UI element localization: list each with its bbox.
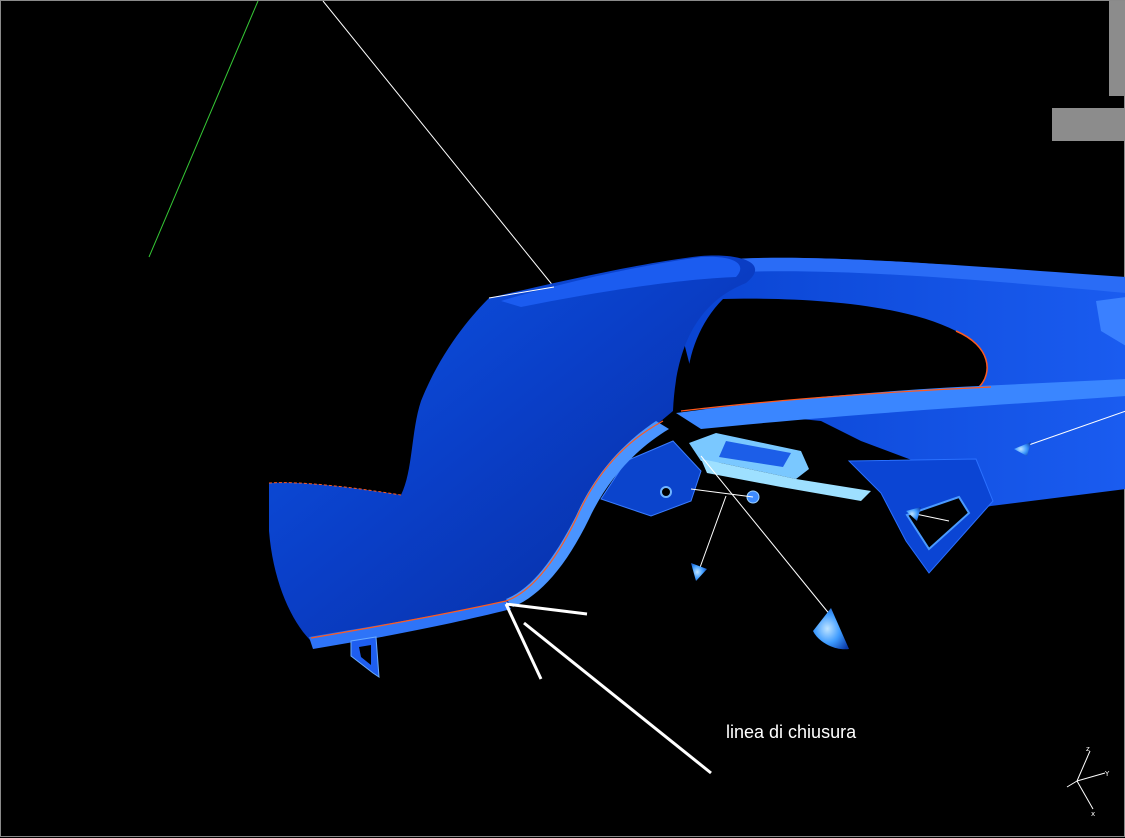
white-sketch-line <box>322 1 555 288</box>
cad-3d-viewport[interactable]: z Y x linea di chiusura <box>0 0 1125 837</box>
direction-cone-icon[interactable] <box>813 608 849 650</box>
callout-arrow-head-b <box>504 603 543 680</box>
parting-line-label: linea di chiusura <box>726 722 857 742</box>
direction-cone-icon[interactable] <box>691 563 707 581</box>
white-ref-line-b <box>690 488 754 498</box>
white-ref-line-c <box>697 495 727 574</box>
callout-arrow-head-a <box>505 602 588 616</box>
bracket-left-hole <box>660 486 672 498</box>
green-axis-line <box>148 1 259 258</box>
axis-y-label: Y <box>1104 770 1110 778</box>
axis-z-label: z <box>1086 745 1090 753</box>
horizontal-scrollbar-thumb[interactable] <box>1052 108 1125 141</box>
spoiler-main-surface[interactable] <box>269 255 756 641</box>
axis-x-label: x <box>1091 810 1095 818</box>
scene-canvas[interactable]: z Y x <box>1 1 1125 838</box>
vertical-scrollbar-thumb[interactable] <box>1109 1 1125 96</box>
callout-arrow-shaft <box>523 621 712 775</box>
axis-triad-icon: z Y x <box>1066 745 1110 818</box>
